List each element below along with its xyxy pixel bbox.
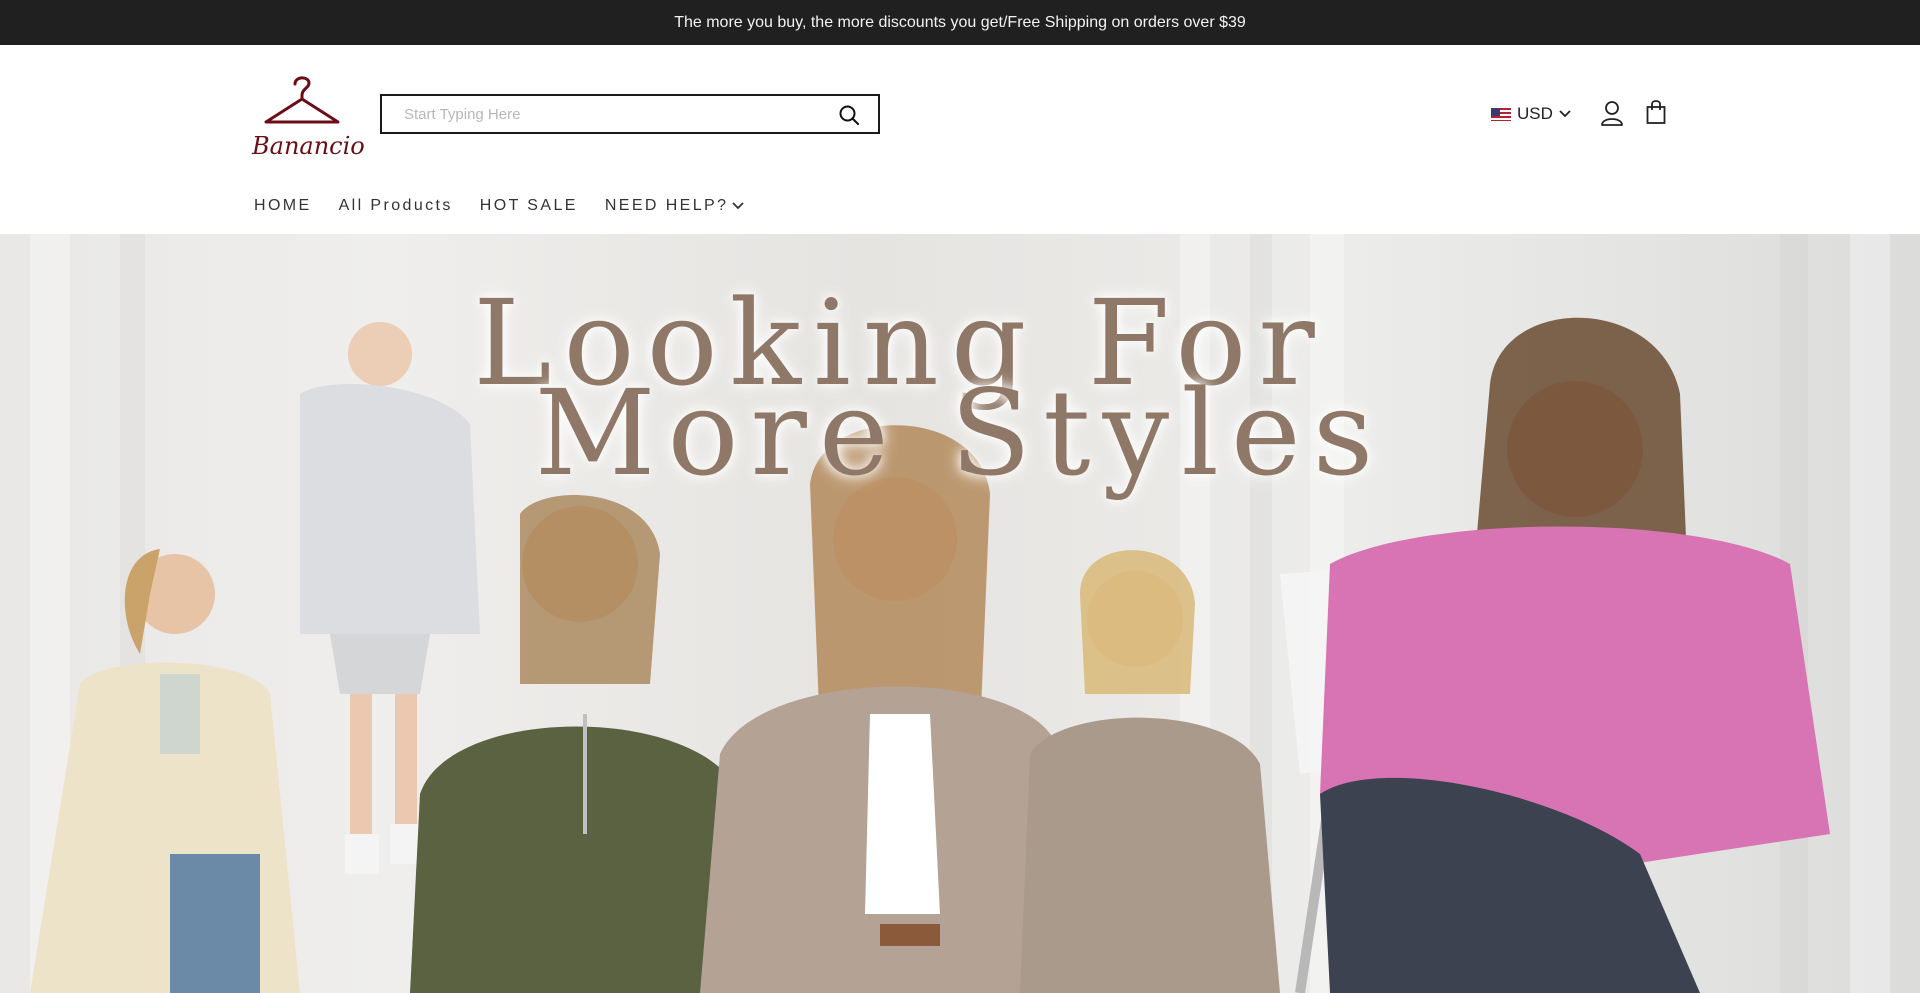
hero-heading-line-2: More Styles bbox=[534, 364, 1386, 502]
nav-home[interactable]: HOME bbox=[254, 197, 312, 215]
nav-label: HOT SALE bbox=[479, 197, 578, 214]
hanger-icon bbox=[264, 76, 340, 124]
search-icon bbox=[839, 105, 859, 125]
chevron-down-icon bbox=[732, 202, 745, 210]
currency-label: USD bbox=[1517, 104, 1553, 123]
main-nav: HOME All Products HOT SALE NEED HELP? bbox=[254, 197, 745, 215]
nav-hot-sale[interactable]: HOT SALE bbox=[480, 197, 578, 215]
site-header: Banancio USD bbox=[0, 45, 1920, 234]
search-box bbox=[380, 94, 880, 134]
nav-label: NEED HELP? bbox=[604, 197, 729, 214]
brand-name: Banancio bbox=[252, 132, 365, 160]
currency-selector[interactable]: USD bbox=[1491, 101, 1571, 127]
cart-button[interactable] bbox=[1645, 99, 1667, 125]
shopping-bag-icon bbox=[1646, 100, 1666, 124]
nav-label: All Products bbox=[338, 197, 453, 214]
brand-logo[interactable]: Banancio bbox=[252, 70, 365, 170]
nav-need-help[interactable]: NEED HELP? bbox=[605, 197, 745, 215]
chevron-down-icon bbox=[1559, 110, 1571, 118]
nav-all-products[interactable]: All Products bbox=[339, 197, 453, 215]
nav-label: HOME bbox=[254, 197, 312, 214]
announcement-bar: The more you buy, the more discounts you… bbox=[0, 0, 1920, 45]
announcement-text: The more you buy, the more discounts you… bbox=[674, 13, 1246, 31]
account-icon bbox=[1601, 101, 1623, 126]
search-input[interactable] bbox=[382, 96, 822, 132]
account-button[interactable] bbox=[1600, 100, 1624, 126]
us-flag-icon bbox=[1491, 107, 1511, 121]
search-button[interactable] bbox=[838, 104, 860, 126]
hero-banner[interactable]: Looking For More Styles bbox=[0, 234, 1920, 993]
